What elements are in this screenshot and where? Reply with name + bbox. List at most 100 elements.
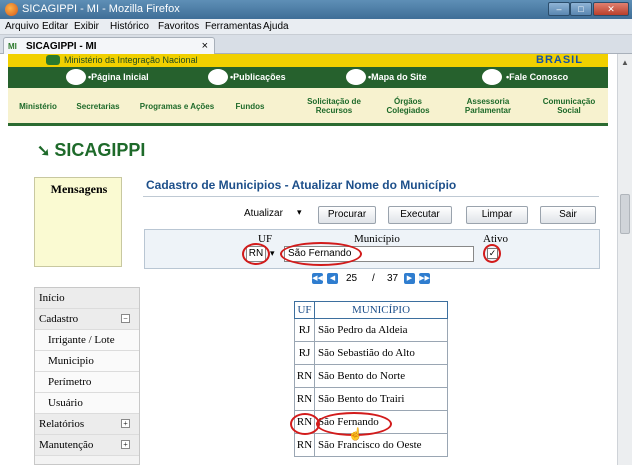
nav-publicacoes[interactable]: •Publicações: [230, 72, 286, 82]
table-row[interactable]: RN São Bento do Trairi: [294, 387, 448, 411]
secnav-label: Solicitação de: [307, 97, 361, 106]
menu-bar: Arquivo Editar Exibir Histórico Favorito…: [0, 19, 632, 35]
nav-pagina-inicial[interactable]: •Página Inicial: [88, 72, 149, 82]
mail-icon: [482, 69, 502, 85]
secnav-secretarias[interactable]: Secretarias: [70, 102, 126, 111]
menu-historico[interactable]: Histórico: [110, 21, 149, 32]
menu-item-irrigante-lote[interactable]: Irrigante / Lote: [35, 330, 139, 351]
logo-arrow-icon: ➘: [37, 143, 51, 160]
cell-uf: RN: [294, 364, 315, 388]
menu-item-cadastro[interactable]: Cadastro −: [35, 309, 139, 330]
firefox-icon: [5, 3, 18, 16]
collapse-icon[interactable]: −: [121, 314, 130, 323]
map-icon: [346, 69, 366, 85]
secnav-label: Órgãos: [393, 97, 422, 106]
tab-close-icon[interactable]: ×: [202, 40, 208, 52]
secnav-programas[interactable]: Programas e Ações: [132, 102, 222, 111]
column-header-uf: UF: [294, 301, 315, 319]
secnav-label: Secretarias: [76, 102, 120, 111]
menu-ajuda[interactable]: Ajuda: [263, 21, 289, 32]
secnav-label: Social: [557, 106, 581, 115]
menu-editar[interactable]: Editar: [42, 21, 68, 32]
secnav-label: Ministério: [19, 102, 57, 111]
window-title: SICAGIPPI - MI - Mozilla Firefox: [22, 3, 180, 15]
expand-icon[interactable]: +: [121, 440, 130, 449]
menu-item-usuario[interactable]: Usuário: [35, 393, 139, 414]
expand-icon[interactable]: +: [121, 419, 130, 428]
site-favicon-icon: MI: [8, 42, 17, 51]
procurar-button[interactable]: Procurar: [318, 206, 376, 224]
last-page-icon[interactable]: ▶▶: [419, 273, 430, 284]
menu-arquivo[interactable]: Arquivo: [5, 21, 39, 32]
minimize-button[interactable]: –: [548, 2, 570, 16]
scroll-up-icon[interactable]: ▲: [621, 58, 629, 67]
menu-exibir[interactable]: Exibir: [74, 21, 99, 32]
secnav-solicitacao[interactable]: Solicitação de Recursos: [302, 97, 366, 115]
secnav-orgaos[interactable]: Órgãos Colegiados: [378, 97, 438, 115]
menu-favoritos[interactable]: Favoritos: [158, 21, 199, 32]
section-nav: Ministério Secretarias Programas e Ações…: [8, 88, 608, 126]
brasil-logo: BRASIL: [536, 54, 583, 66]
menu-item-label: Início: [39, 292, 65, 304]
menu-item-label: Manutenção: [39, 439, 94, 451]
column-header-municipio: MUNICÍPIO: [314, 301, 448, 319]
menu-item-label: Municipio: [48, 355, 94, 367]
table-row[interactable]: RN São Bento do Norte: [294, 364, 448, 388]
sair-button[interactable]: Sair: [540, 206, 596, 224]
cell-municipio: São Pedro da Aldeia: [314, 318, 448, 342]
ministry-logo-icon: [46, 55, 60, 65]
ativo-highlight-ring: [483, 244, 501, 263]
scroll-thumb[interactable]: [620, 194, 630, 234]
uf-dropdown-icon[interactable]: ▾: [270, 248, 275, 259]
executar-button[interactable]: Executar: [388, 206, 452, 224]
menu-ferramentas[interactable]: Ferramentas: [205, 21, 262, 32]
close-window-button[interactable]: ✕: [593, 2, 629, 16]
sicagippi-logo: ➘ SICAGIPPI: [37, 140, 145, 161]
secnav-label: Fundos: [235, 102, 265, 111]
secnav-label: Programas e Ações: [139, 102, 215, 111]
browser-tab[interactable]: MI SICAGIPPI - MI ×: [3, 37, 215, 54]
municipio-highlight-ring: [280, 242, 362, 266]
next-page-icon[interactable]: ▶: [404, 273, 415, 284]
menu-item-manutencao[interactable]: Manutenção +: [35, 435, 139, 456]
secnav-assessoria[interactable]: Assessoria Parlamentar: [456, 97, 520, 115]
menu-item-label: Cadastro: [39, 313, 79, 325]
table-row[interactable]: RJ São Sebastião do Alto: [294, 341, 448, 365]
table-row[interactable]: RN São Francisco do Oeste: [294, 433, 448, 457]
secnav-comunicacao[interactable]: Comunicação Social: [534, 97, 604, 115]
secnav-label: Comunicação: [542, 97, 596, 106]
secnav-label: Assessoria: [466, 97, 510, 106]
menu-item-perimetro[interactable]: Perímetro: [35, 372, 139, 393]
cell-municipio: São Francisco do Oeste: [314, 433, 448, 457]
menu-item-label: Irrigante / Lote: [48, 334, 115, 346]
first-page-icon[interactable]: ◀◀: [312, 273, 323, 284]
hand-cursor-icon: ☝: [348, 427, 363, 441]
ativo-label: Ativo: [483, 233, 509, 245]
messages-panel: Mensagens: [34, 177, 122, 267]
prev-page-icon[interactable]: ◀: [327, 273, 338, 284]
title-divider: [143, 196, 599, 197]
nav-mapa-do-site[interactable]: •Mapa do Site: [368, 72, 427, 82]
maximize-button[interactable]: □: [570, 2, 592, 16]
secnav-ministerio[interactable]: Ministério: [14, 102, 62, 111]
page-separator: /: [372, 273, 375, 284]
home-icon: [66, 69, 86, 85]
mode-select[interactable]: Atualizar: [244, 208, 283, 219]
secnav-label: Recursos: [315, 106, 353, 115]
page-title: Cadastro de Municipios - Atualizar Nome …: [146, 178, 457, 192]
limpar-button[interactable]: Limpar: [466, 206, 528, 224]
menu-item-municipio[interactable]: Municipio: [35, 351, 139, 372]
cell-municipio: São Bento do Trairi: [314, 387, 448, 411]
uf-highlight-ring: [242, 243, 270, 265]
chevron-down-icon[interactable]: ▾: [297, 207, 302, 218]
municipio-label: Município: [354, 233, 400, 245]
menu-item-relatorios[interactable]: Relatórios +: [35, 414, 139, 435]
secnav-fundos[interactable]: Fundos: [230, 102, 270, 111]
nav-fale-conosco[interactable]: •Fale Conosco: [506, 72, 568, 82]
page-current: 25: [346, 273, 358, 284]
menu-item-inicio[interactable]: Início: [35, 288, 139, 309]
vertical-scrollbar[interactable]: ▲: [617, 54, 632, 465]
secnav-label: Parlamentar: [464, 106, 512, 115]
table-row[interactable]: RJ São Pedro da Aldeia: [294, 318, 448, 342]
cell-municipio: São Sebastião do Alto: [314, 341, 448, 365]
